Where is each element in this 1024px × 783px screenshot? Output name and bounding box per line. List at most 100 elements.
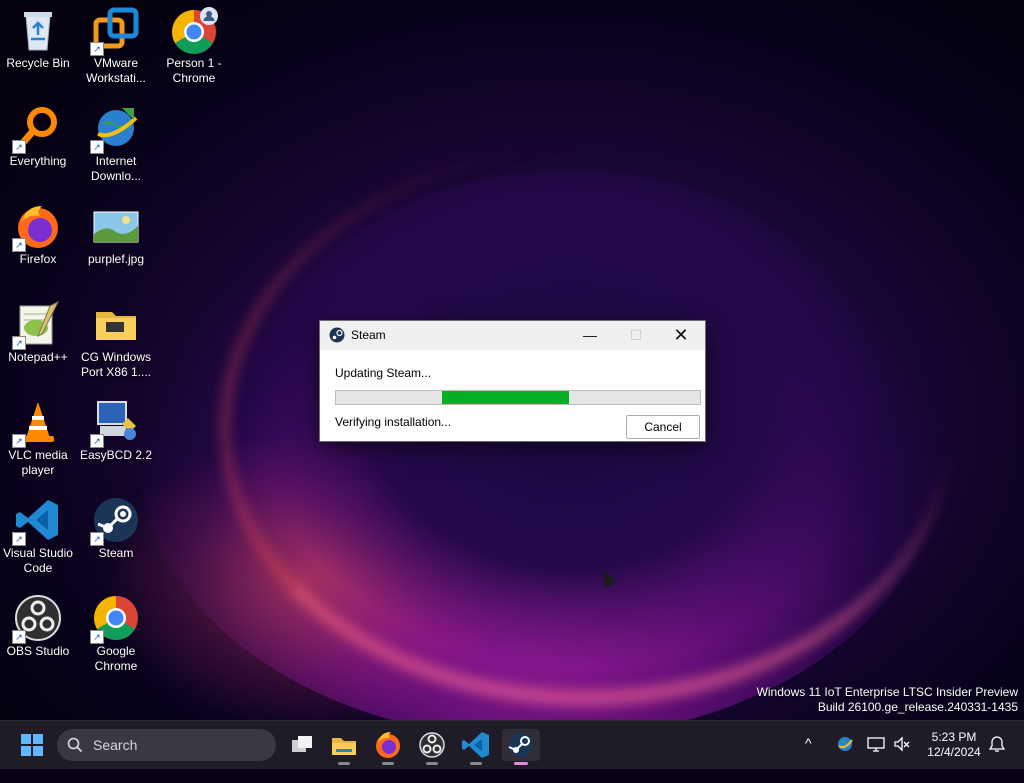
shortcut-arrow-icon: ↗: [90, 434, 104, 448]
desktop-icon-label: Recycle Bin: [6, 56, 70, 70]
show-hidden-icons-chevron[interactable]: ^: [805, 735, 812, 783]
taskbar-file-explorer[interactable]: [328, 729, 360, 765]
desktop-icon-obs[interactable]: ↗ OBS Studio: [0, 588, 76, 659]
desktop-icon-label: CG Windows Port X86 1....: [80, 350, 152, 379]
taskbar: Search ^ 5:23 PM 12/4/2024: [0, 720, 1024, 769]
desktop-icon-google-chrome[interactable]: ↗ Google Chrome: [78, 588, 154, 674]
search-icon: [67, 737, 83, 753]
folder-icon: [92, 300, 140, 348]
close-button[interactable]: ✕: [658, 321, 704, 350]
desktop-icon-label: Firefox: [19, 252, 57, 266]
vscode-icon: [462, 732, 489, 758]
vlc-cone-icon: ↗: [12, 398, 62, 448]
desktop-icon-label: EasyBCD 2.2: [79, 448, 153, 462]
chrome-icon: ↗: [90, 594, 140, 644]
desktop-icon-label: VLC media player: [8, 448, 68, 477]
desktop-icon-label: VMware Workstati...: [86, 56, 146, 85]
file-explorer-icon: [332, 738, 356, 755]
steam-icon: ↗: [90, 496, 140, 546]
running-indicator: [338, 762, 350, 765]
shortcut-arrow-icon: ↗: [12, 336, 26, 350]
running-indicator: [470, 762, 482, 765]
shortcut-arrow-icon: ↗: [12, 532, 26, 546]
active-indicator: [514, 762, 528, 765]
desktop-icon-label: Internet Downlo...: [90, 154, 142, 183]
steam-logo-icon: [329, 327, 345, 343]
desktop-icon-steam[interactable]: ↗ Steam: [78, 490, 154, 561]
desktop-icon-purplef-jpg[interactable]: purplef.jpg: [78, 196, 154, 267]
desktop-icon-person1-chrome[interactable]: Person 1 - Chrome: [156, 0, 232, 86]
taskbar-clock[interactable]: 5:23 PM 12/4/2024: [918, 730, 990, 760]
vmware-icon: ↗: [90, 6, 140, 56]
desktop-icon-label: Google Chrome: [94, 644, 138, 673]
desktop-icon-vlc[interactable]: ↗ VLC media player: [0, 392, 76, 478]
dialog-title: Steam: [351, 328, 386, 342]
update-progress-bar: [335, 390, 701, 405]
cancel-button[interactable]: Cancel: [626, 415, 700, 439]
windows-build-watermark: Windows 11 IoT Enterprise LTSC Insider P…: [757, 685, 1018, 715]
firefox-icon: ↗: [12, 202, 62, 252]
volume-muted-icon[interactable]: [893, 735, 911, 783]
vscode-icon: ↗: [12, 496, 62, 546]
desktop-icon-label: Notepad++: [8, 350, 68, 364]
maximize-button[interactable]: ☐: [613, 321, 659, 350]
desktop-icon-label: Everything: [9, 154, 67, 168]
dialog-title-bar[interactable]: Steam — ☐ ✕: [320, 321, 705, 350]
desktop-icon-vscode[interactable]: ↗ Visual Studio Code: [0, 490, 76, 576]
desktop-icon-internet-download-manager[interactable]: ↗ Internet Downlo...: [78, 98, 154, 184]
notification-bell-icon[interactable]: [988, 735, 1006, 783]
task-view-icon: [292, 736, 312, 752]
progress-fill: [442, 391, 570, 404]
taskbar-task-view[interactable]: [286, 729, 318, 761]
desktop-icon-firefox[interactable]: ↗ Firefox: [0, 196, 76, 267]
image-thumbnail-icon: [92, 202, 140, 250]
desktop-icon-label: OBS Studio: [6, 644, 70, 658]
desktop-icon-everything[interactable]: ↗ Everything: [0, 98, 76, 169]
running-indicator: [426, 762, 438, 765]
desktop-icon-cg-windows-port[interactable]: CG Windows Port X86 1....: [78, 294, 154, 380]
everything-search-icon: ↗: [12, 104, 62, 154]
start-button[interactable]: [16, 729, 48, 761]
recycle-bin-icon: [14, 6, 62, 54]
network-download-tray-icon[interactable]: [836, 735, 854, 783]
shortcut-arrow-icon: ↗: [12, 238, 26, 252]
notepadpp-icon: ↗: [12, 300, 62, 350]
chrome-profile-icon: [170, 6, 218, 54]
desktop-icon-label: purplef.jpg: [87, 252, 145, 266]
running-indicator: [382, 762, 394, 765]
clock-time: 5:23 PM: [931, 730, 977, 744]
desktop-icon-recycle-bin[interactable]: Recycle Bin: [0, 0, 76, 71]
shortcut-arrow-icon: ↗: [90, 140, 104, 154]
shortcut-arrow-icon: ↗: [12, 140, 26, 154]
desktop-icon-easybcd[interactable]: ↗ EasyBCD 2.2: [78, 392, 154, 463]
desktop-icon-notepadpp[interactable]: ↗ Notepad++: [0, 294, 76, 365]
shortcut-arrow-icon: ↗: [90, 42, 104, 56]
taskbar-vscode[interactable]: [460, 729, 492, 765]
update-status-text: Updating Steam...: [335, 366, 432, 380]
shortcut-arrow-icon: ↗: [90, 630, 104, 644]
search-label: Search: [93, 737, 138, 753]
desktop-icon-label: Steam: [98, 546, 134, 560]
taskbar-obs[interactable]: [416, 729, 448, 765]
taskbar-firefox[interactable]: [372, 729, 404, 765]
taskbar-search-box[interactable]: Search: [57, 729, 276, 761]
minimize-button[interactable]: —: [567, 321, 613, 350]
desktop-icon-label: Visual Studio Code: [3, 546, 73, 575]
windows-logo-icon: [21, 734, 43, 756]
display-tray-icon[interactable]: [867, 735, 885, 783]
globe-download-icon: ↗: [90, 104, 140, 154]
clock-date: 12/4/2024: [927, 745, 981, 759]
firefox-icon: [376, 732, 400, 758]
obs-icon: [419, 732, 445, 758]
taskbar-steam[interactable]: [502, 729, 540, 765]
obs-icon: ↗: [12, 594, 62, 644]
shortcut-arrow-icon: ↗: [90, 532, 104, 546]
desktop-icon-vmware[interactable]: ↗ VMware Workstati...: [78, 0, 154, 86]
watermark-build: Build 26100.ge_release.240331-1435: [817, 700, 1018, 714]
desktop-icon-label: Person 1 - Chrome: [166, 56, 222, 85]
steam-update-dialog: Steam — ☐ ✕ Updating Steam... Verifying …: [319, 320, 706, 442]
update-detail-text: Verifying installation...: [335, 415, 452, 429]
shortcut-arrow-icon: ↗: [12, 434, 26, 448]
steam-icon: [508, 733, 533, 757]
shortcut-arrow-icon: ↗: [12, 630, 26, 644]
